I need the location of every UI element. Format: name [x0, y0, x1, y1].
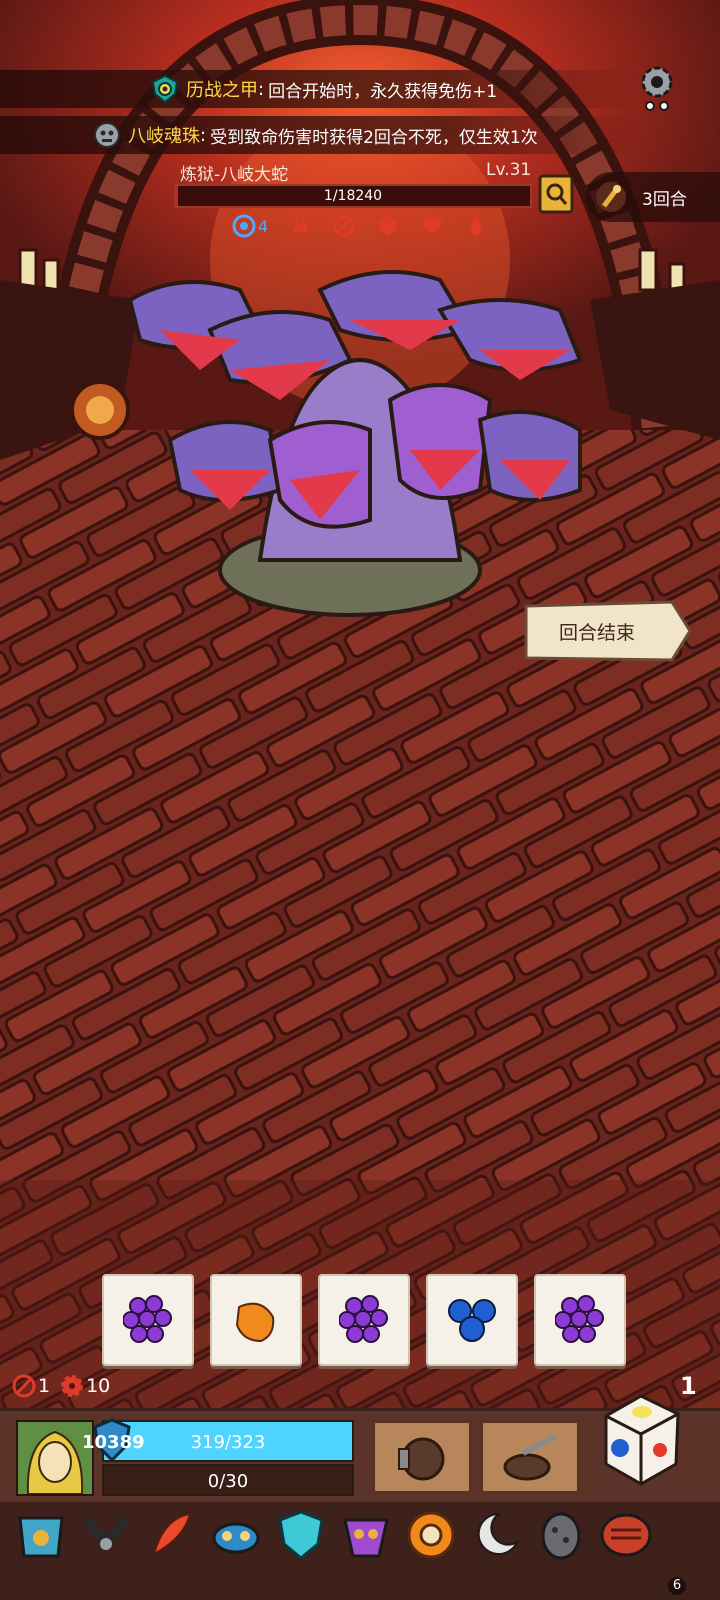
blueberry-icon — [448, 1299, 496, 1342]
grill-plate-relic-icon[interactable] — [599, 1508, 653, 1562]
gear-stat: 10 — [60, 1374, 110, 1398]
blue-mask-relic-icon[interactable] — [209, 1508, 263, 1562]
shovel-dirt-icon — [503, 1434, 557, 1481]
effect-description: 受到致命伤害时获得2回合不死，仅生效1次 — [210, 127, 538, 148]
die-card[interactable] — [102, 1274, 194, 1366]
attack-value: 1 — [38, 1375, 51, 1397]
relic-count-badge: 6 — [668, 1577, 686, 1595]
player-stat-row: 1 10 — [12, 1374, 110, 1398]
skill-button-gauntlet[interactable] — [372, 1420, 472, 1494]
effect-bar-soul-orb: 八岐魂珠 : 受到致命伤害时获得2回合不死，仅生效1次 — [0, 116, 640, 154]
status-count: 4 — [258, 216, 269, 236]
gauntlet-fist-icon — [398, 1437, 445, 1481]
end-turn-label: 回合结束 — [558, 622, 635, 644]
effect-colon: : — [258, 78, 265, 100]
moon-star-relic-icon[interactable] — [469, 1508, 523, 1562]
status-spiral[interactable]: 4 — [232, 214, 268, 238]
shield-break-icon[interactable] — [376, 214, 400, 238]
compass-armor-relic-icon[interactable] — [14, 1508, 68, 1562]
effect-colon: : — [200, 124, 207, 146]
gear-value: 10 — [86, 1375, 111, 1397]
spiked-collar-relic-icon[interactable] — [79, 1508, 133, 1562]
spiral-icon — [232, 214, 256, 238]
boss-name: 炼狱-八岐大蛇 — [180, 165, 289, 185]
armor-value: 10389 — [82, 1432, 145, 1453]
grape-icon — [123, 1295, 172, 1343]
flame-icon[interactable] — [464, 214, 488, 238]
die-card[interactable] — [426, 1274, 518, 1366]
cyan-shield-relic-icon[interactable] — [274, 1508, 328, 1562]
feather-relic-icon[interactable] — [144, 1508, 198, 1562]
roll-dice-button[interactable] — [596, 1388, 686, 1488]
boss-hp-text: 1/18240 — [323, 188, 383, 204]
red-gear-icon — [61, 1375, 84, 1397]
grape-icon — [555, 1295, 604, 1343]
boss-hp-bar: 1/18240 — [174, 184, 532, 208]
effect-bar-battle-armor: 历战之甲 : 回合开始时，永久获得免伤+1 — [0, 70, 640, 108]
round-counter: 3回合 — [586, 172, 720, 222]
player-xp-text: 0/30 — [207, 1471, 249, 1492]
round-text: 3回合 — [642, 189, 687, 210]
orange-fruit-icon — [235, 1302, 275, 1343]
attack-stat: 1 — [12, 1374, 50, 1398]
effect-name: 八岐魂珠 — [128, 126, 200, 147]
slash-circle-icon[interactable] — [332, 214, 356, 238]
boss-level: Lv.31 — [486, 160, 532, 180]
stone-egg-relic-icon[interactable] — [534, 1508, 588, 1562]
codex-book-button[interactable] — [538, 174, 574, 214]
scroll-torch-icon — [596, 182, 626, 212]
effect-name: 历战之甲 — [186, 80, 258, 101]
shield-eye-icon — [151, 74, 179, 104]
die-card[interactable] — [534, 1274, 626, 1366]
grape-icon — [339, 1295, 388, 1343]
die-card[interactable] — [210, 1274, 302, 1366]
dice-tray — [102, 1274, 626, 1366]
relic-row — [14, 1508, 653, 1562]
settings-gear-icon[interactable] — [636, 62, 678, 114]
player-xp-bar: 0/30 — [102, 1464, 354, 1496]
beast-skull-icon — [94, 122, 120, 148]
sword-circle-icon — [12, 1374, 36, 1398]
claw-icon[interactable] — [288, 214, 312, 238]
hero-portrait — [18, 1422, 92, 1494]
tribal-mask-relic-icon[interactable] — [339, 1508, 393, 1562]
ring-coin-relic-icon[interactable] — [404, 1508, 458, 1562]
effect-description: 回合开始时，永久获得免伤+1 — [268, 81, 498, 102]
die-card[interactable] — [318, 1274, 410, 1366]
skill-button-dig[interactable] — [480, 1420, 580, 1494]
end-turn-button[interactable]: 回合结束 — [522, 600, 692, 662]
boss-status-row: 4 — [232, 214, 488, 238]
heart-crack-icon[interactable] — [420, 214, 444, 238]
